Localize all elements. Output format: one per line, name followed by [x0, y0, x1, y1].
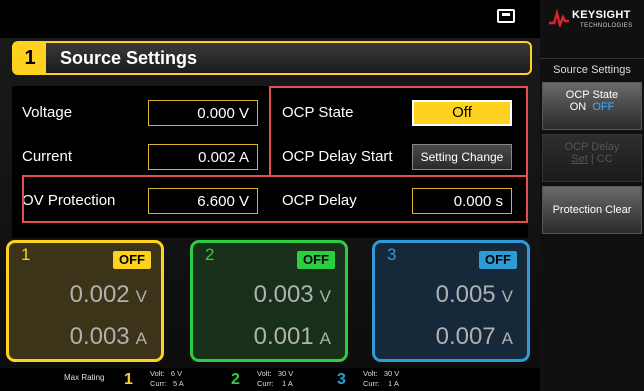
ov-protection-field[interactable]: 6.600 V: [148, 188, 258, 214]
ocp-delay-field[interactable]: 0.000 s: [412, 188, 512, 214]
channel-state-badge: OFF: [479, 251, 517, 269]
rating-channel-2-number: 2: [231, 371, 240, 388]
menu-title: Source Settings: [540, 58, 644, 81]
ocp-state-toggle[interactable]: Off: [412, 100, 512, 126]
rating-channel-3-values: Volt: 30 V Curr: 1 A: [363, 369, 400, 388]
voltage-label: Voltage: [22, 104, 73, 121]
channel-3-panel[interactable]: 3 OFF 0.005 V 0.007 A: [372, 240, 530, 362]
max-rating-status-bar: Max Rating 1 Volt: 6 V Curr: 5 A 2 Volt:…: [0, 368, 540, 391]
voltage-field[interactable]: 0.000 V: [148, 100, 258, 126]
channel-number: 2: [205, 245, 215, 264]
ocp-delay-softkey[interactable]: OCP Delay Set | CC: [542, 134, 642, 182]
softkey-sidebar: KEYSIGHT TECHNOLOGIES Source Settings OC…: [540, 0, 644, 391]
highlight-outline-top-edge: [22, 175, 271, 177]
ocp-delay-softkey-options: Set | CC: [571, 153, 613, 165]
ocp-delay-start-label: OCP Delay Start: [282, 148, 393, 165]
channel-number: 1: [21, 245, 31, 264]
ocp-state-softkey-label: OCP State: [565, 89, 619, 101]
settings-panel: Voltage 0.000 V Current 0.002 A OV Prote…: [12, 86, 528, 238]
rating-channel-2-values: Volt: 30 V Curr: 1 A: [257, 369, 294, 388]
rating-channel-1-values: Volt: 6 V Curr: 5 A: [150, 369, 184, 388]
brand-name: KEYSIGHT: [572, 9, 631, 21]
rating-channel-1-number: 1: [124, 371, 133, 388]
current-label: Current: [22, 148, 73, 165]
channel-voltage-readout: 0.002 V: [69, 281, 147, 308]
channel-state-badge: OFF: [113, 251, 151, 269]
ocp-delay-label: OCP Delay: [282, 192, 357, 209]
main-area: 1 Source Settings Voltage 0.000 V Curren…: [0, 38, 540, 368]
brand-subtitle: TECHNOLOGIES: [580, 23, 633, 29]
ocp-state-softkey-options: ON OFF: [569, 101, 615, 113]
ocp-state-label: OCP State: [282, 104, 354, 121]
ocp-delay-softkey-label: OCP Delay: [564, 141, 620, 153]
keysight-wave-logo-icon: [549, 9, 569, 27]
page-title: Source Settings: [60, 48, 198, 68]
ocp-state-softkey[interactable]: OCP State ON OFF: [542, 82, 642, 130]
top-status-bar: [0, 0, 540, 38]
current-field[interactable]: 0.002 A: [148, 144, 258, 170]
channel-voltage-readout: 0.003 V: [253, 281, 331, 308]
max-rating-label: Max Rating: [64, 373, 105, 382]
channel-current-readout: 0.001 A: [253, 323, 331, 350]
protection-clear-softkey[interactable]: Protection Clear: [542, 186, 642, 234]
ov-protection-label: OV Protection: [22, 192, 116, 209]
channel-1-panel[interactable]: 1 OFF 0.002 V 0.003 A: [6, 240, 164, 362]
channel-current-readout: 0.003 A: [69, 323, 147, 350]
rating-channel-3-number: 3: [337, 371, 346, 388]
channel-current-readout: 0.007 A: [435, 323, 513, 350]
channel-voltage-readout: 0.005 V: [435, 281, 513, 308]
channel-number-badge: 1: [14, 43, 46, 73]
channel-number: 3: [387, 245, 397, 264]
channel-2-panel[interactable]: 2 OFF 0.003 V 0.001 A: [190, 240, 348, 362]
ocp-delay-start-dropdown[interactable]: Setting Change: [412, 144, 512, 170]
usb-drive-icon: [497, 9, 515, 23]
page-title-bar: 1 Source Settings: [12, 41, 532, 75]
channel-state-badge: OFF: [297, 251, 335, 269]
